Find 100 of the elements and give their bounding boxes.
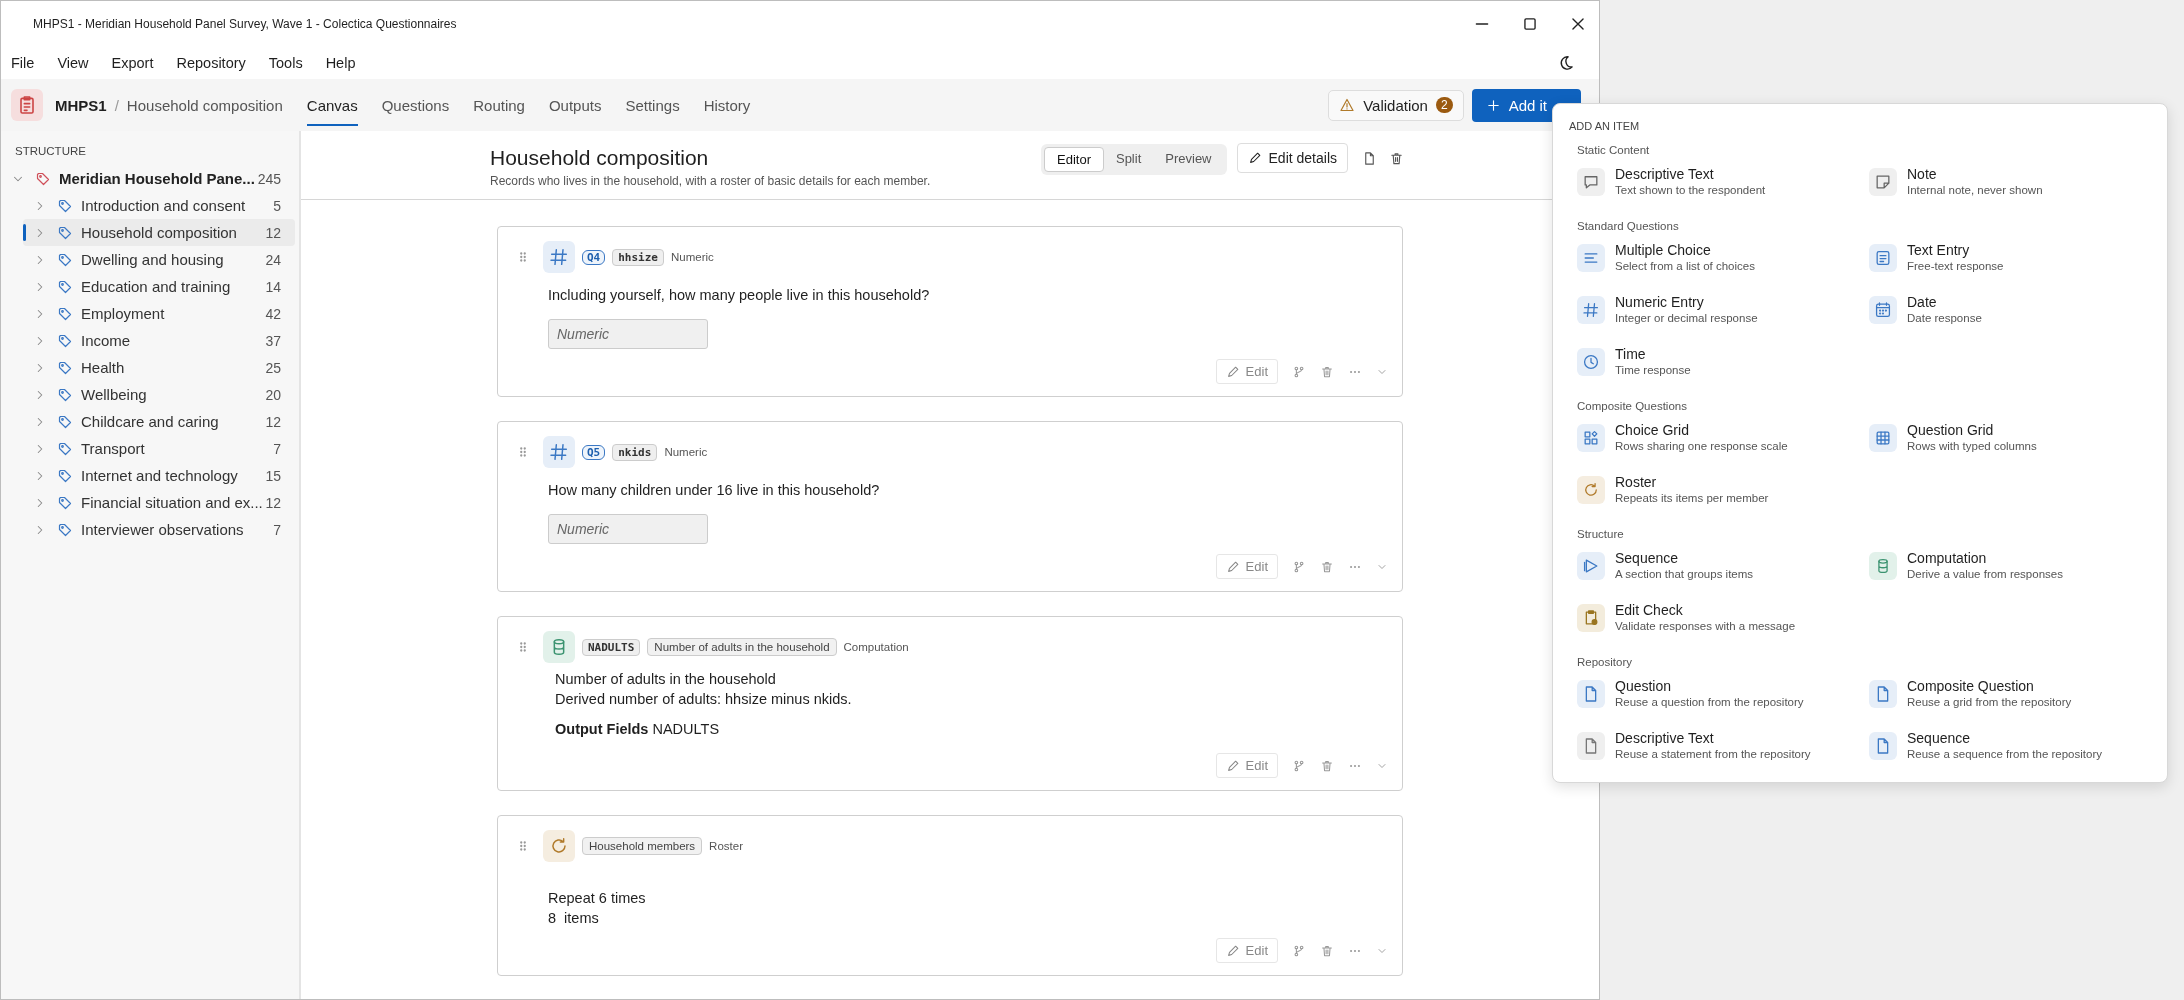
tab[interactable]: Routing <box>473 84 525 126</box>
item-count: 14 <box>265 278 281 295</box>
item-count: 15 <box>265 467 281 484</box>
validation-button[interactable]: Validation 2 <box>1328 89 1464 121</box>
tab[interactable]: Outputs <box>548 84 602 126</box>
page-description: Records who lives in the household, with a roster of basic details for each member. <box>490 174 932 188</box>
output-fields: Output Fields NADULTS <box>555 719 1388 739</box>
menu-item[interactable]: Composite Question Reuse a grid from the repository <box>1869 680 2161 710</box>
item-label: Number of adults in the household <box>647 638 837 656</box>
view-mode-option[interactable]: Preview <box>1153 147 1224 172</box>
breadcrumb[interactable]: Household composition <box>126 96 283 114</box>
menu-item[interactable]: Choice Grid Rows sharing one response scale <box>1577 424 1869 454</box>
menu-item[interactable]: Descriptive Text Text shown to the respondent <box>1577 168 1869 198</box>
edit-button[interactable]: Edit <box>1215 753 1278 778</box>
item-type: Roster <box>709 840 743 852</box>
menu-item[interactable]: Question Reuse a question from the repository <box>1577 680 1869 710</box>
menu-item[interactable]: View <box>57 55 98 71</box>
edit-button[interactable]: Edit <box>1215 359 1278 384</box>
tree-item[interactable]: Employment 42 <box>23 300 295 327</box>
item-count: 24 <box>265 251 281 268</box>
menu-item[interactable]: Descriptive Text Reuse a statement from the repository <box>1577 732 1869 762</box>
tree-item[interactable]: Internet and technology 15 <box>23 462 295 489</box>
menu-item[interactable]: Sequence A section that groups items <box>1577 552 1869 582</box>
item-count: 37 <box>265 332 281 349</box>
group-heading: Static Content <box>1577 144 1651 156</box>
item-count: 12 <box>265 224 281 241</box>
view-mode-option[interactable]: Editor <box>1044 147 1104 172</box>
description-text: Number of adults in the household <box>555 670 777 689</box>
tab[interactable]: Canvas <box>306 84 358 126</box>
item-type: Computation <box>843 641 909 653</box>
menu-item[interactable]: Edit Check Validate responses with a message <box>1577 604 1869 634</box>
tree-item[interactable]: Household composition 12 <box>23 219 295 246</box>
edit-button[interactable]: Edit <box>1215 938 1278 963</box>
item-type: Numeric <box>664 446 708 458</box>
group-heading: Standard Questions <box>1577 220 1680 232</box>
question-text: Including yourself, how many people live in this household? <box>548 287 931 303</box>
item-count: 245 <box>257 170 281 187</box>
menu-item[interactable]: Note Internal note, never shown <box>1869 168 2161 198</box>
tree-item[interactable]: Financial situation and ex... 12 <box>23 489 295 516</box>
tree-item[interactable]: Dwelling and housing 24 <box>23 246 295 273</box>
menu-item[interactable]: Question Grid Rows with typed columns <box>1869 424 2161 454</box>
tab[interactable]: Settings <box>625 84 680 126</box>
menu-item[interactable]: Tools <box>268 55 312 71</box>
breadcrumb-separator: / <box>114 96 119 114</box>
menu-item[interactable]: Roster Repeats its items per member <box>1577 476 1869 506</box>
view-mode-option[interactable]: Split <box>1103 147 1154 172</box>
edit-details-button[interactable]: Edit details <box>1236 143 1348 173</box>
tree-item[interactable]: Interviewer observations 7 <box>23 516 295 543</box>
answer-field[interactable]: Numeric <box>548 319 708 349</box>
tree-item[interactable]: Meridian Household Pane... 245 <box>11 165 295 192</box>
tree-item[interactable]: Introduction and consent 5 <box>23 192 295 219</box>
group-heading: Structure <box>1577 528 1625 540</box>
roster-detail: 8 items <box>548 909 600 928</box>
tree-item[interactable]: Income 37 <box>23 327 295 354</box>
menu-item[interactable]: Computation Derive a value from responses <box>1869 552 2161 582</box>
count-badge: 2 <box>1435 97 1453 113</box>
menu-item[interactable]: Multiple Choice Select from a list of choices <box>1577 244 1869 274</box>
window-title: MHPS1 - Meridian Household Panel Survey, Wave 1 - Colectica Questionnaires <box>33 17 458 31</box>
edit-button[interactable]: Edit <box>1215 554 1278 579</box>
question-text: How many children under 16 live in this household? <box>548 482 881 498</box>
item-count: 12 <box>265 413 281 430</box>
tab[interactable]: History <box>703 84 751 126</box>
menu-item[interactable]: Numeric Entry Integer or decimal response <box>1577 296 1869 326</box>
menu-item[interactable]: Text Entry Free-text response <box>1869 244 2161 274</box>
tree-item[interactable]: Transport 7 <box>23 435 295 462</box>
tree-item[interactable]: Wellbeing 20 <box>23 381 295 408</box>
item-label: Household members <box>582 837 703 855</box>
item-count: 20 <box>265 386 281 403</box>
tab[interactable]: Questions <box>381 84 450 126</box>
menu-item[interactable]: Repository <box>176 55 255 71</box>
menu-item[interactable]: Time Time response <box>1577 348 1869 378</box>
menu-item[interactable]: Sequence Reuse a sequence from the repository <box>1869 732 2161 762</box>
variable-name: hhsize <box>612 248 664 266</box>
item-count: 12 <box>265 494 281 511</box>
item-count: 7 <box>273 440 281 457</box>
item-count: 25 <box>265 359 281 376</box>
project-name[interactable]: MHPS1 <box>55 96 107 114</box>
variable-name: NADULTS <box>582 638 641 656</box>
tree-item[interactable]: Education and training 14 <box>23 273 295 300</box>
item-type: Numeric <box>671 251 714 263</box>
section-heading: STRUCTURE <box>14 144 87 159</box>
group-heading: Repository <box>1577 656 1633 668</box>
item-count: 5 <box>273 197 281 214</box>
question-number: Q5 <box>582 444 606 460</box>
item-count: 42 <box>265 305 281 322</box>
menu-item[interactable]: Date Date response <box>1869 296 2161 326</box>
roster-detail: Repeat 6 times <box>548 889 647 908</box>
item-count: 7 <box>273 521 281 538</box>
menu-heading: ADD AN ITEM <box>1569 120 1641 132</box>
description-text: Derived number of adults: hhsize minus nkids. <box>555 690 853 709</box>
menu-item[interactable]: Help <box>325 55 365 71</box>
answer-field[interactable]: Numeric <box>548 514 708 544</box>
group-heading: Composite Questions <box>1577 400 1688 412</box>
question-number: Q4 <box>582 249 606 265</box>
page-title: Household composition <box>490 146 710 170</box>
tree-item[interactable]: Childcare and caring 12 <box>23 408 295 435</box>
menu-item[interactable]: File <box>11 55 44 71</box>
menu-item[interactable]: Export <box>111 55 163 71</box>
variable-name: nkids <box>612 443 658 461</box>
tree-item[interactable]: Health 25 <box>23 354 295 381</box>
